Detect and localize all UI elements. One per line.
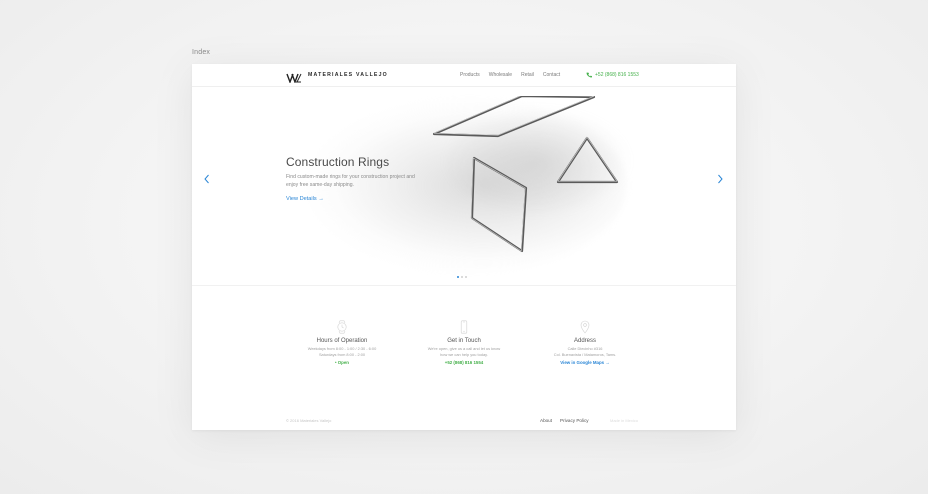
phone-icon bbox=[399, 320, 529, 334]
nav-retail[interactable]: Retail bbox=[521, 72, 534, 78]
slider-dot-1[interactable] bbox=[457, 276, 459, 278]
slider-dot-3[interactable] bbox=[465, 276, 467, 278]
logo-mark-icon[interactable] bbox=[286, 70, 302, 84]
open-status-link[interactable]: • Open bbox=[277, 360, 407, 365]
nav-wholesale[interactable]: Wholesale bbox=[489, 72, 512, 78]
footer-nav: About Privacy Policy bbox=[540, 418, 589, 423]
footer-link-privacy[interactable]: Privacy Policy bbox=[560, 418, 589, 423]
hero-slider: Construction Rings Find custom-made ring… bbox=[192, 86, 736, 285]
address-city: Col. Buenavista / Matamoros, Tams. bbox=[553, 351, 617, 357]
chevron-right-icon bbox=[718, 174, 723, 184]
phone-handset-icon bbox=[586, 72, 592, 77]
header-phone[interactable]: +52 (868) 816 1553 bbox=[586, 72, 639, 78]
site-header: MATERIALES VALLEJO Products Wholesale Re… bbox=[192, 64, 736, 87]
clock-icon bbox=[277, 320, 407, 334]
google-maps-link[interactable]: View in Google Maps → bbox=[520, 360, 650, 365]
hours-of-operation-block: Hours of Operation Weekdays from 8:00 - … bbox=[277, 320, 407, 365]
main-nav: Products Wholesale Retail Contact bbox=[460, 72, 560, 78]
section-divider bbox=[192, 285, 736, 286]
hours-saturdays: Saturdays from 8:00 - 2:00 bbox=[318, 351, 366, 357]
nav-products[interactable]: Products bbox=[460, 72, 480, 78]
copyright: © 2016 Materiales Vallejo bbox=[286, 418, 332, 423]
header-phone-number: +52 (868) 816 1553 bbox=[595, 71, 639, 78]
hours-title: Hours of Operation bbox=[316, 338, 368, 344]
brand-name[interactable]: MATERIALES VALLEJO bbox=[308, 72, 388, 78]
map-pin-icon bbox=[520, 320, 650, 334]
hero-description: Find custom-made rings for your construc… bbox=[286, 174, 415, 188]
site-footer: © 2016 Materiales Vallejo About Privacy … bbox=[192, 414, 736, 428]
address-block: Address Calle Diecinho #316 Col. Buenavi… bbox=[520, 320, 650, 365]
contact-phone-link[interactable]: +52 (868) 816 1554 bbox=[399, 360, 529, 365]
construction-rings-illustration bbox=[432, 96, 619, 253]
slider-pagination bbox=[457, 276, 467, 278]
get-in-touch-title: Get in Touch bbox=[447, 338, 481, 344]
get-in-touch-block: Get in Touch We're open, give us a call … bbox=[399, 320, 529, 365]
slider-prev-button[interactable] bbox=[202, 172, 212, 186]
page-label: Index bbox=[192, 49, 211, 56]
website-frame: MATERIALES VALLEJO Products Wholesale Re… bbox=[192, 64, 736, 430]
slider-dot-2[interactable] bbox=[461, 276, 463, 278]
view-details-link[interactable]: View Details → bbox=[286, 196, 324, 202]
address-title: Address bbox=[573, 338, 596, 344]
nav-contact[interactable]: Contact bbox=[543, 72, 560, 78]
chevron-left-icon bbox=[204, 174, 209, 184]
slider-next-button[interactable] bbox=[715, 172, 725, 186]
get-in-touch-line-2: how we can help you today. bbox=[440, 351, 488, 357]
footer-credit: Made in Mexico bbox=[610, 418, 639, 423]
hero-title: Construction Rings bbox=[286, 155, 390, 169]
footer-link-about[interactable]: About bbox=[540, 418, 552, 423]
